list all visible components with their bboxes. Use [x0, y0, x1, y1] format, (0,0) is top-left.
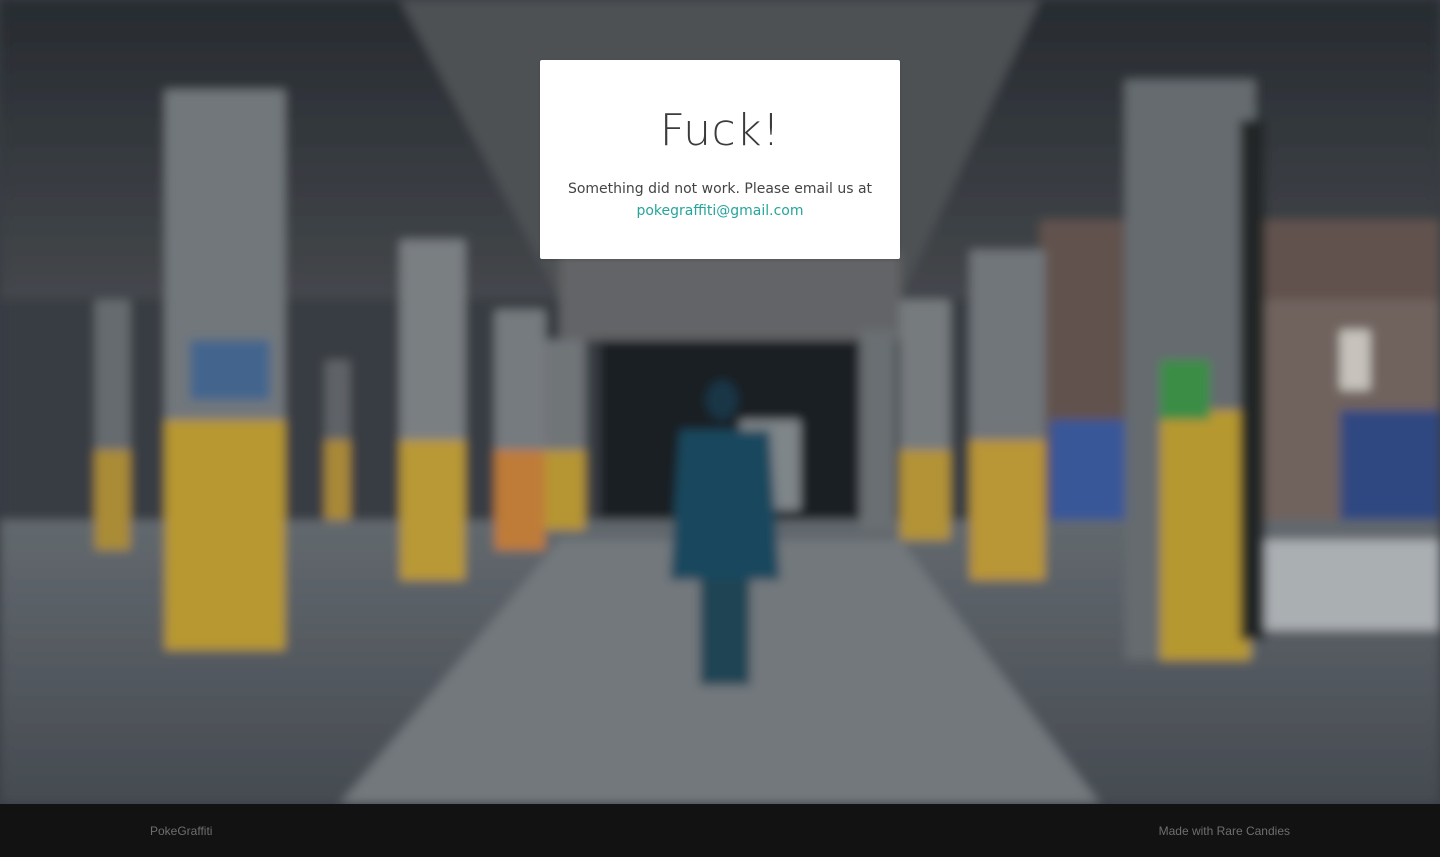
support-email-link[interactable]: pokegraffiti@gmail.com: [636, 203, 803, 219]
error-message-text: Something did not work. Please email us …: [567, 181, 873, 197]
error-card: Fuck! Something did not work. Please ema…: [540, 60, 900, 259]
footer-brand: PokeGraffiti: [150, 824, 213, 838]
footer: PokeGraffiti Made with Rare Candies: [0, 804, 1440, 857]
error-title: Fuck!: [659, 105, 781, 156]
footer-credit: Made with Rare Candies: [1158, 824, 1290, 838]
error-message: Something did not work. Please email us …: [540, 178, 900, 222]
